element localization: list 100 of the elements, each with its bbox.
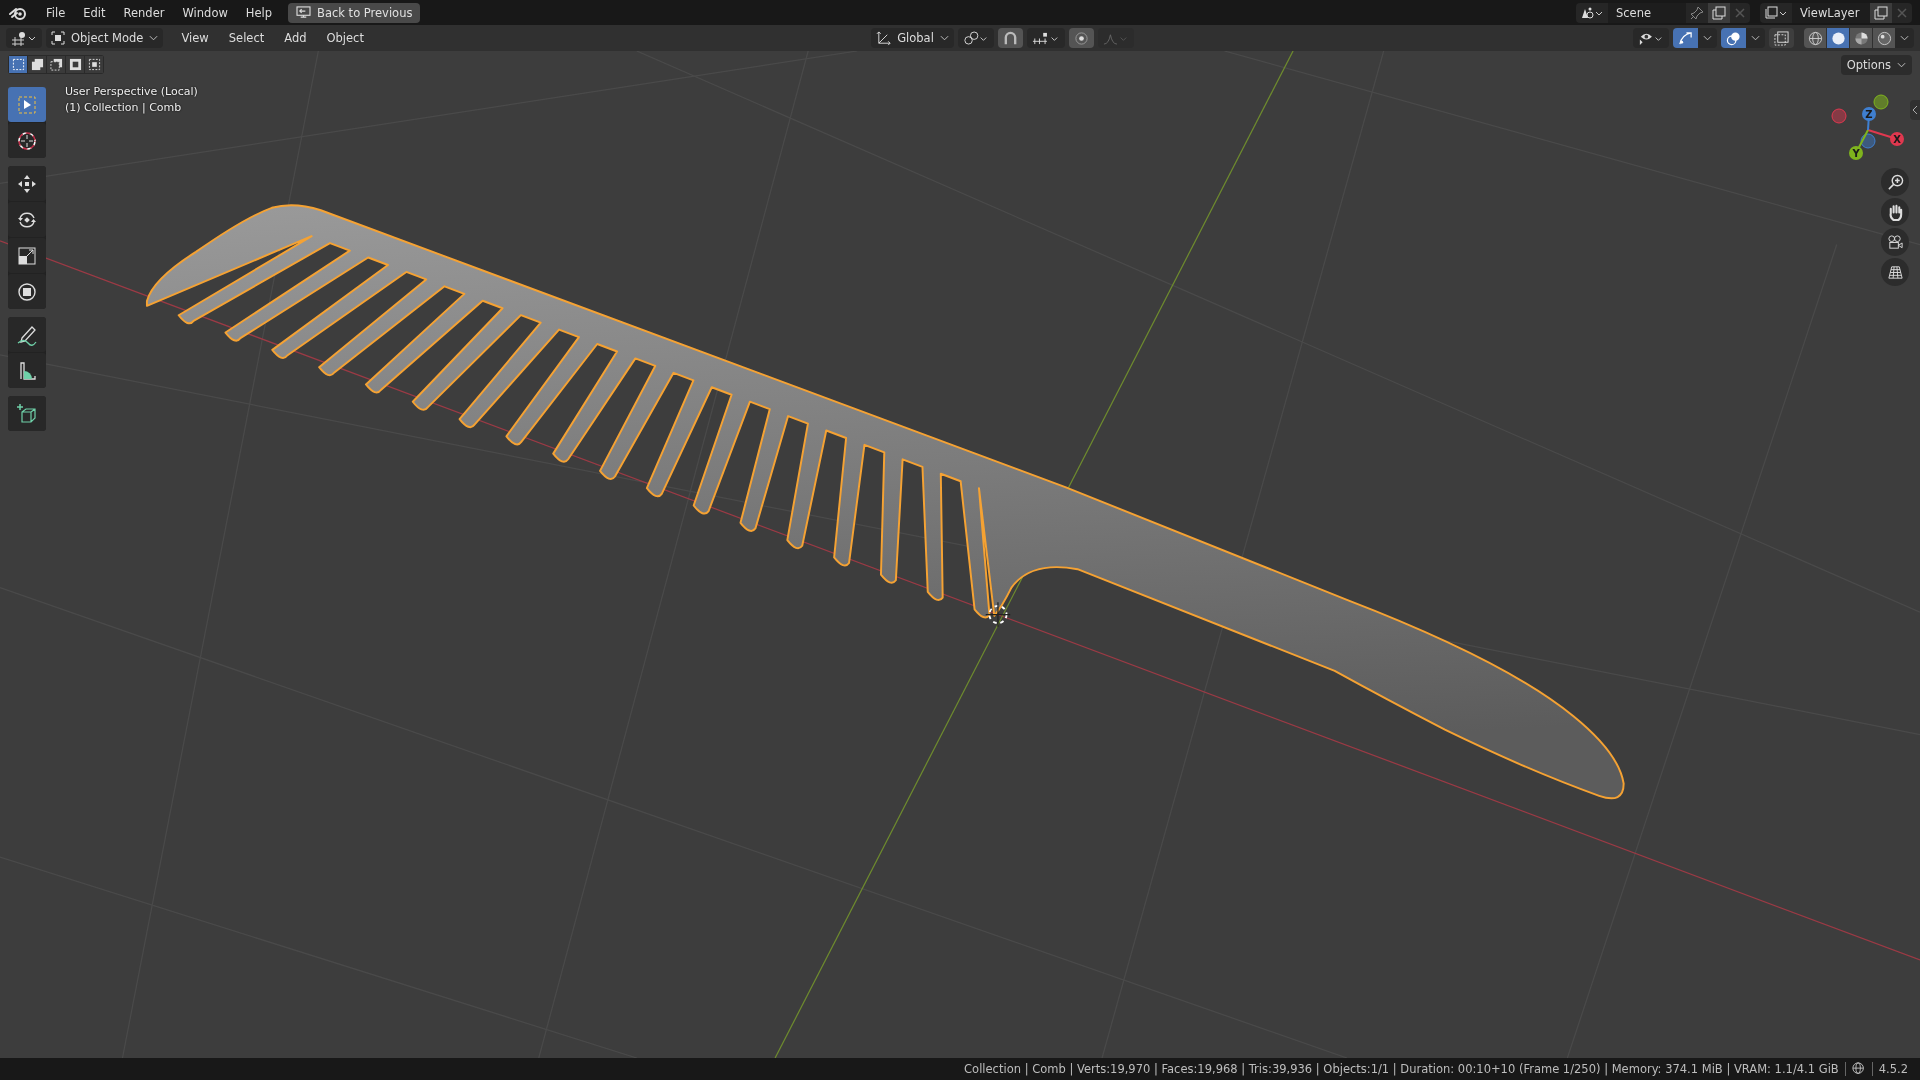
zoom-button[interactable] <box>1881 168 1909 196</box>
menu-item[interactable]: View <box>173 29 217 47</box>
wireframe-shading-button[interactable] <box>1804 28 1826 48</box>
visibility-dropdown[interactable] <box>1633 28 1669 48</box>
select-extend-icon <box>30 58 44 71</box>
camera-view-button[interactable] <box>1881 228 1909 256</box>
orientation-dropdown[interactable]: Global <box>871 28 954 48</box>
globe-icon[interactable] <box>1851 1062 1866 1076</box>
select-new-icon <box>11 58 25 71</box>
proportional-edit-toggle[interactable] <box>1068 28 1094 48</box>
menu-item[interactable]: Add <box>276 29 315 47</box>
pivot-icon <box>962 30 989 46</box>
menu-item[interactable]: Object <box>318 29 372 47</box>
axis-handle[interactable] <box>1831 108 1847 124</box>
overlay-icon <box>1726 30 1741 46</box>
pin-icon[interactable] <box>1690 5 1704 20</box>
caret-icon <box>1703 35 1712 41</box>
solid-sphere-icon <box>1830 30 1846 46</box>
comb-drawing[interactable] <box>145 204 1625 800</box>
viewport-icon <box>11 30 37 46</box>
magnet-icon <box>1002 30 1018 46</box>
rendered-sphere-icon <box>1876 30 1892 46</box>
menu-item[interactable]: Window <box>174 3 236 22</box>
scale-tool-button[interactable] <box>8 238 46 273</box>
view-perspective-label: User Perspective (Local) <box>65 85 198 98</box>
editor-type-button[interactable] <box>6 28 42 48</box>
add-cube-icon <box>16 402 38 425</box>
axis-label: Z <box>1865 108 1873 120</box>
rendered-shading-button[interactable] <box>1873 28 1895 48</box>
crosshair-icon <box>16 129 38 152</box>
snap-increment-icon <box>1031 30 1060 46</box>
pivot-dropdown[interactable] <box>957 28 994 48</box>
pan-button[interactable] <box>1881 198 1909 226</box>
select-subtract-icon <box>49 58 63 71</box>
measure-tool-button[interactable] <box>8 353 46 388</box>
axis-label: X <box>1893 133 1901 145</box>
menu-item[interactable]: Select <box>220 29 273 47</box>
transform-tool-button[interactable] <box>8 274 46 309</box>
options-dropdown[interactable]: Options <box>1840 55 1912 75</box>
axis-handle[interactable] <box>1873 94 1889 110</box>
select-subtract-mode-button[interactable] <box>47 56 65 73</box>
menu-item[interactable]: Edit <box>75 3 114 22</box>
select-extend-mode-button[interactable] <box>28 56 46 73</box>
menu-item[interactable]: Render <box>115 3 173 22</box>
menu-item[interactable]: File <box>38 3 74 22</box>
scene-statistics: Collection | Comb | Verts:19,970 | Faces:19,968 | Tris:39,936 | Objects:1/1 | Duration: 00:10+10 (Frame 1/250) | Memory: 374.1 MiB | VRAM: 1.1/4.1 GiB <box>964 1062 1839 1076</box>
caret-icon <box>149 35 159 41</box>
wireframe-sphere-icon <box>1807 30 1823 46</box>
add-cube-tool-button[interactable] <box>8 396 46 431</box>
gizmo-toggle[interactable] <box>1673 28 1698 48</box>
copy-icon <box>1712 5 1726 20</box>
solid-shading-button[interactable] <box>1827 28 1849 48</box>
caret-icon <box>1900 35 1909 41</box>
view-layer-field[interactable]: ViewLayer <box>1792 2 1870 23</box>
snap-toggle[interactable] <box>997 28 1023 48</box>
menu-item[interactable]: Help <box>237 3 281 22</box>
material-sphere-icon <box>1853 30 1869 46</box>
object-mode-icon <box>51 31 65 45</box>
overlay-toggle[interactable] <box>1721 28 1746 48</box>
rotate-tool-button[interactable] <box>8 202 46 237</box>
copy-icon <box>1874 5 1888 20</box>
projection-button[interactable] <box>1881 258 1909 286</box>
axes-icon <box>876 30 892 46</box>
chevron-left-icon <box>1912 105 1918 115</box>
axis-label: Y <box>1852 147 1860 159</box>
grid-icon <box>1886 263 1904 281</box>
material-shading-button[interactable] <box>1850 28 1872 48</box>
back-button[interactable]: Back to Previous <box>288 2 421 23</box>
cursor-tool-button[interactable] <box>8 123 46 158</box>
move-tool-button[interactable] <box>8 166 46 201</box>
caret-icon <box>1897 62 1906 68</box>
duplicate-button[interactable] <box>1870 2 1892 23</box>
annotate-tool-button[interactable] <box>8 317 46 352</box>
xray-toggle[interactable] <box>1769 28 1794 48</box>
version-label: 4.5.2 <box>1878 1062 1908 1076</box>
select-new-mode-button[interactable] <box>9 56 27 73</box>
caret-icon <box>939 35 949 41</box>
select-box-icon <box>16 93 38 116</box>
zoom-icon <box>1886 173 1904 191</box>
select-intersect-icon <box>87 58 101 71</box>
select-intersect-mode-button[interactable] <box>85 56 103 73</box>
3d-cursor-icon[interactable] <box>985 601 1011 628</box>
scene-field[interactable]: Scene <box>1608 2 1686 23</box>
scene-icon[interactable] <box>1580 5 1604 20</box>
axis-handle[interactable] <box>1860 133 1876 149</box>
camera-icon <box>1886 233 1904 251</box>
duplicate-button[interactable] <box>1708 2 1730 23</box>
xray-icon <box>1774 30 1789 46</box>
mode-dropdown[interactable]: Object Mode <box>46 28 164 48</box>
monitor-icon <box>296 6 312 19</box>
transform-icon <box>16 280 38 303</box>
select-invert-mode-button[interactable] <box>66 56 84 73</box>
object-info-label: (1) Collection | Comb <box>65 101 183 114</box>
select-tool-button[interactable] <box>8 87 46 122</box>
gizmo-icon <box>1678 30 1693 46</box>
view-layer-icon[interactable] <box>1764 5 1788 20</box>
snap-target-dropdown[interactable] <box>1026 28 1065 48</box>
select-invert-icon <box>68 58 82 71</box>
caret-icon <box>1751 35 1760 41</box>
sidebar-toggle[interactable] <box>1910 100 1920 120</box>
